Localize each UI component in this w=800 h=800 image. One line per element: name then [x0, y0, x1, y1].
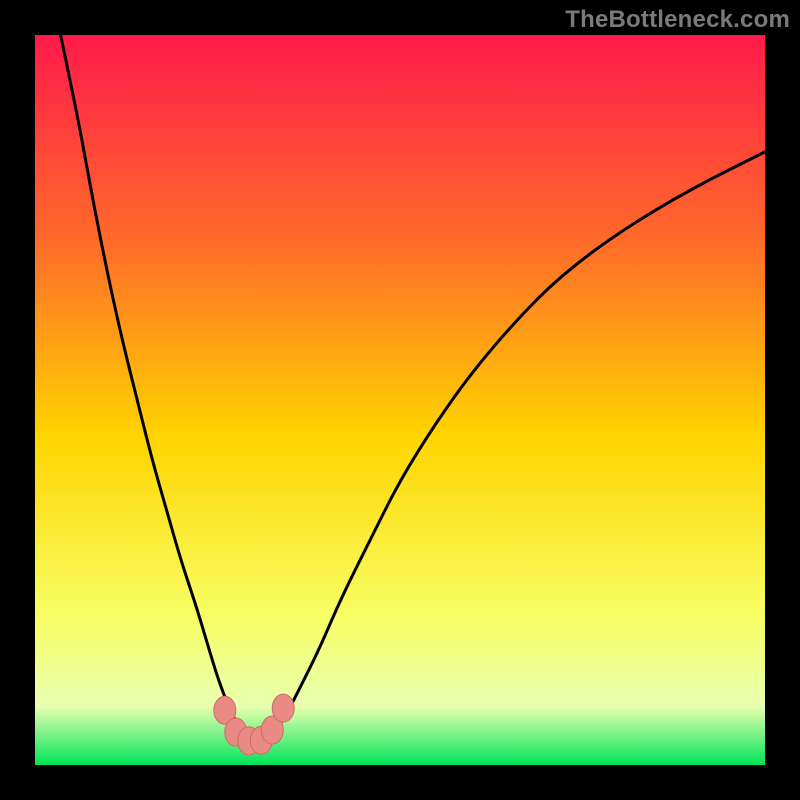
- plot-area: [35, 35, 765, 765]
- plot-svg: [35, 35, 765, 765]
- watermark-text: TheBottleneck.com: [565, 6, 790, 34]
- curve-marker: [272, 694, 294, 722]
- gradient-background: [35, 35, 765, 765]
- chart-frame: TheBottleneck.com: [0, 0, 800, 800]
